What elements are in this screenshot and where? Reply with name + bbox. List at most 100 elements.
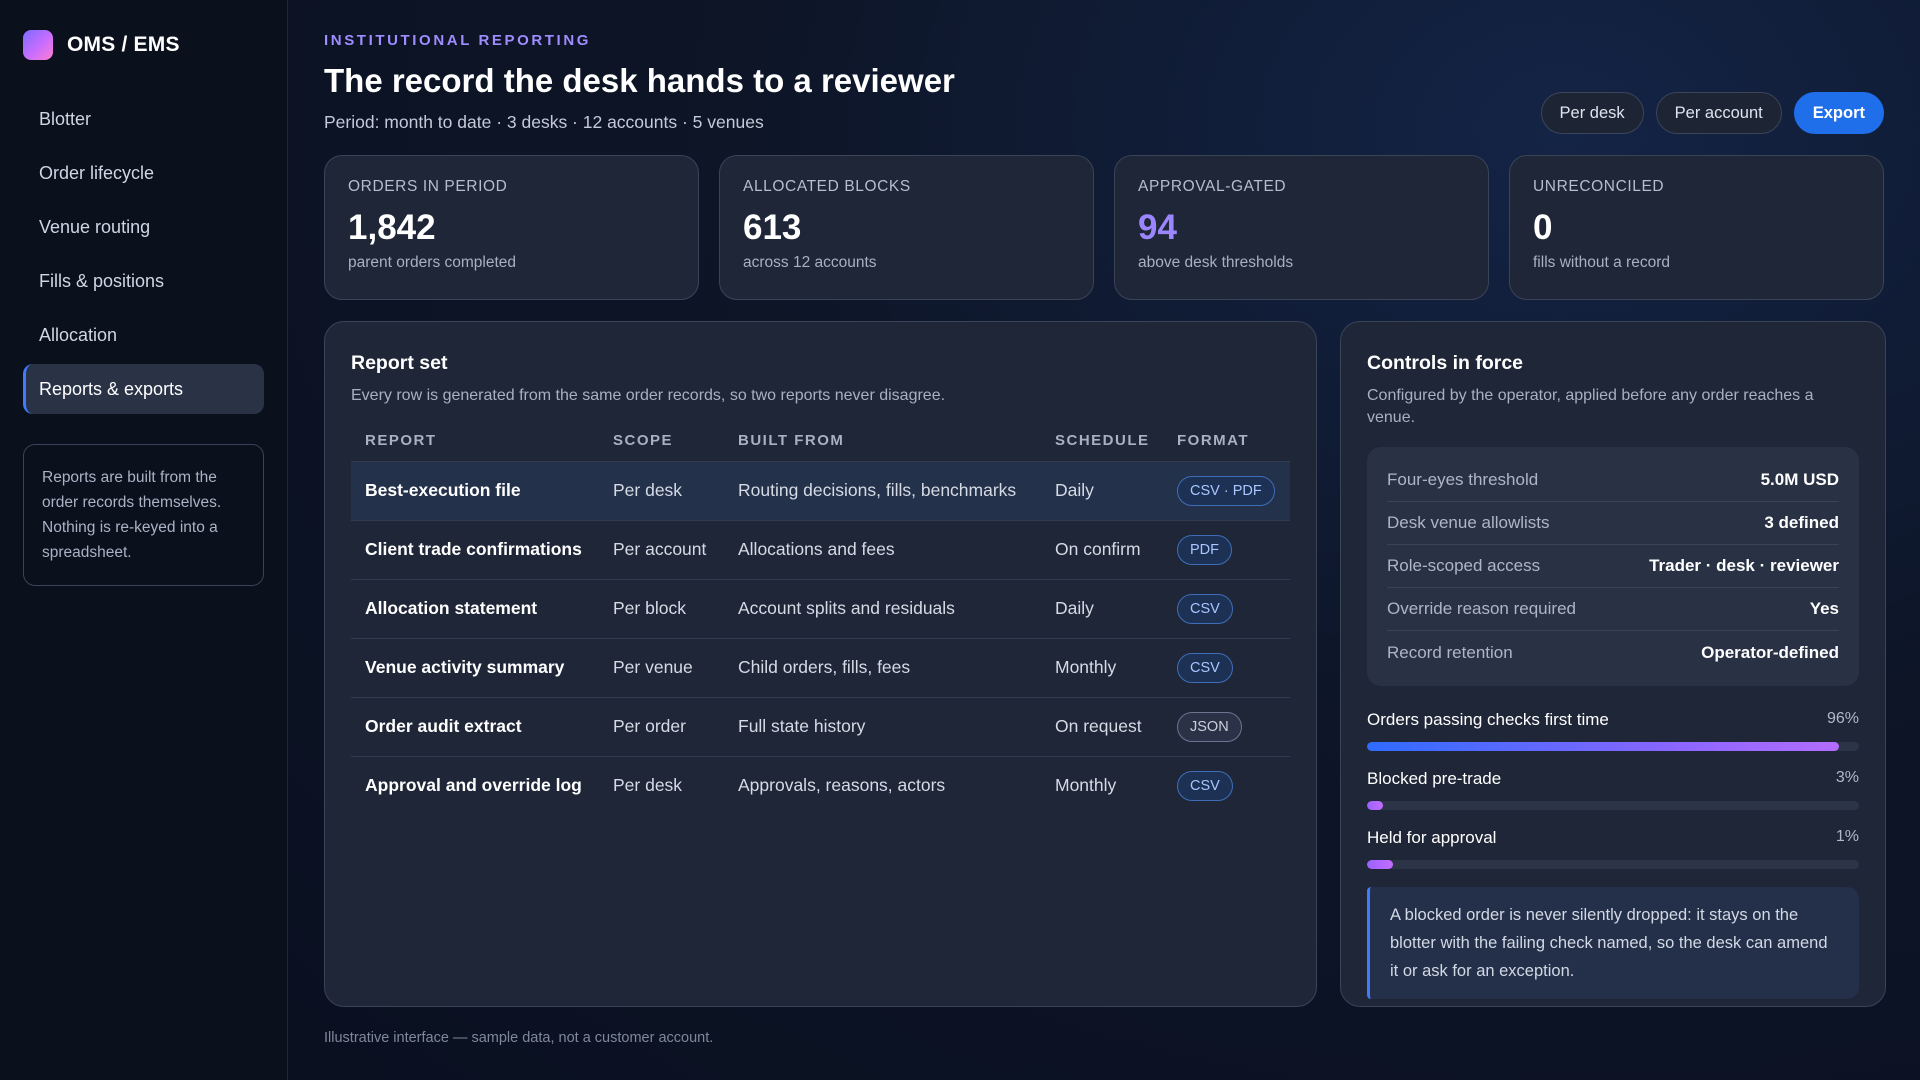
control-row: Record retention Operator-defined: [1387, 631, 1839, 674]
report-schedule: Monthly: [1041, 638, 1163, 698]
stat-label: ORDERS IN PERIOD: [348, 178, 508, 195]
stat-label: ALLOCATED BLOCKS: [743, 178, 911, 195]
stat-cards: ORDERS IN PERIOD 1,842 parent orders com…: [324, 155, 1884, 300]
main-content: INSTITUTIONAL REPORTING The record the d…: [288, 0, 1920, 1080]
sidebar: OMS / EMS Blotter Order lifecycle Venue …: [0, 0, 288, 1080]
report-scope: Per desk: [613, 775, 683, 796]
report-built-from: Account splits and residuals: [724, 579, 1041, 639]
report-schedule: Monthly: [1055, 775, 1117, 796]
report-name: Order audit extract: [351, 697, 599, 757]
stat-desc: fills without a record: [1533, 254, 1670, 271]
control-value: 5.0M USD: [1760, 470, 1839, 489]
metric-label: Blocked pre-trade: [1367, 769, 1502, 788]
table-row[interactable]: Client trade confirmations Per account A…: [351, 520, 1290, 580]
stat-card-orders: ORDERS IN PERIOD 1,842 parent orders com…: [324, 155, 699, 300]
stat-label: UNRECONCILED: [1533, 178, 1665, 195]
table-row[interactable]: Allocation statement Per block Account s…: [351, 579, 1290, 639]
sidebar-item-venue-routing[interactable]: Venue routing: [23, 202, 264, 252]
controls-desc: Configured by the operator, applied befo…: [1367, 387, 1814, 426]
format-badge: CSV: [1177, 593, 1233, 624]
control-label: Desk venue allowlists: [1387, 513, 1550, 532]
export-button[interactable]: Export: [1793, 92, 1884, 134]
stat-desc: parent orders completed: [348, 254, 517, 271]
metric-label: Orders passing checks first time: [1367, 710, 1609, 729]
stat-desc: across 12 accounts: [743, 254, 877, 271]
column-header-built-from: BUILT FROM: [724, 421, 1041, 462]
report-scope: Per account: [599, 520, 724, 580]
control-label: Four-eyes threshold: [1387, 470, 1539, 489]
report-scope: Per venue: [599, 638, 724, 698]
brand-name: OMS / EMS: [67, 33, 180, 56]
control-value: 3 defined: [1764, 513, 1839, 532]
report-name: Venue activity summary: [351, 638, 599, 698]
control-value: Operator-defined: [1701, 642, 1839, 662]
control-label: Role-scoped access: [1387, 556, 1541, 575]
table-row[interactable]: Venue activity summary Per venue Child o…: [351, 638, 1290, 698]
stat-card-approval-gated: APPROVAL-GATED 94 above desk thresholds: [1114, 155, 1489, 300]
progress-track: [1367, 801, 1859, 810]
table-row[interactable]: Approval and override log Per desk Appro…: [351, 756, 1290, 815]
stat-label: APPROVAL-GATED: [1138, 178, 1287, 195]
report-name: Best-execution file: [351, 461, 599, 521]
column-header-report: REPORT: [351, 421, 599, 462]
report-built-from: Allocations and fees: [724, 520, 1041, 580]
metric-passing-first-time: Orders passing checks first time 96%: [1367, 710, 1859, 751]
check-metrics: Orders passing checks first time 96% Blo…: [1367, 710, 1859, 869]
report-built-from: Full state history: [724, 697, 1041, 757]
per-desk-button[interactable]: Per desk: [1540, 92, 1644, 134]
stat-value: 613: [743, 208, 802, 247]
table-row[interactable]: Best-execution file Per desk Routing dec…: [351, 461, 1290, 521]
report-set-desc: Every row is generated from the same ord…: [351, 387, 946, 404]
report-name: Approval and override log: [365, 775, 582, 796]
report-built-from: Approvals, reasons, actors: [738, 775, 946, 796]
control-row: Desk venue allowlists 3 defined: [1387, 502, 1839, 545]
metric-held-for-approval: Held for approval 1%: [1367, 828, 1859, 869]
metric-label: Held for approval: [1367, 828, 1497, 847]
controls-panel: Controls in force Configured by the oper…: [1340, 321, 1886, 1007]
control-value: Trader · desk · reviewer: [1649, 556, 1839, 575]
format-badge: JSON: [1177, 711, 1242, 742]
format-badge: CSV · PDF: [1177, 475, 1275, 506]
sidebar-item-blotter[interactable]: Blotter: [23, 94, 264, 144]
report-name: Allocation statement: [351, 579, 599, 639]
report-built-from: Routing decisions, fills, benchmarks: [724, 461, 1041, 521]
progress-fill: [1367, 860, 1393, 869]
page-title: The record the desk hands to a reviewer: [324, 62, 955, 99]
report-built-from: Child orders, fills, fees: [724, 638, 1041, 698]
controls-title: Controls in force: [1367, 352, 1524, 374]
sidebar-item-order-lifecycle[interactable]: Order lifecycle: [23, 148, 264, 198]
progress-fill: [1367, 801, 1383, 810]
report-schedule: On request: [1041, 697, 1163, 757]
sidebar-item-allocation[interactable]: Allocation: [23, 310, 264, 360]
progress-track: [1367, 742, 1859, 751]
format-badge: PDF: [1177, 534, 1232, 565]
sidebar-item-reports-exports[interactable]: Reports & exports: [23, 364, 264, 414]
progress-fill: [1367, 742, 1840, 751]
control-label: Record retention: [1387, 642, 1513, 662]
page-subtitle: Period: month to date · 3 desks · 12 acc…: [324, 112, 764, 132]
control-value: Yes: [1809, 599, 1839, 618]
per-account-button[interactable]: Per account: [1655, 92, 1782, 134]
stat-value: 1,842: [348, 208, 436, 247]
progress-track: [1367, 860, 1859, 869]
sidebar-nav: Blotter Order lifecycle Venue routing Fi…: [23, 94, 264, 414]
report-schedule: Daily: [1041, 461, 1163, 521]
metric-percent: 3%: [1835, 769, 1859, 786]
column-header-scope: SCOPE: [599, 421, 724, 462]
metric-percent: 96%: [1826, 710, 1859, 727]
metric-percent: 1%: [1835, 828, 1859, 845]
report-table: REPORT SCOPE BUILT FROM SCHEDULE FORMAT …: [351, 421, 1290, 815]
stat-card-unreconciled: UNRECONCILED 0 fills without a record: [1509, 155, 1884, 300]
report-set-panel: Report set Every row is generated from t…: [324, 321, 1317, 1007]
report-schedule: Daily: [1041, 579, 1163, 639]
stat-value: 0: [1533, 208, 1553, 247]
control-label: Override reason required: [1387, 599, 1576, 618]
column-header-format: FORMAT: [1163, 421, 1290, 462]
sidebar-item-fills-positions[interactable]: Fills & positions: [23, 256, 264, 306]
report-set-title: Report set: [351, 352, 448, 374]
stat-value: 94: [1138, 208, 1177, 247]
table-row[interactable]: Order audit extract Per order Full state…: [351, 697, 1290, 757]
blocked-order-callout: A blocked order is never silently droppe…: [1367, 887, 1859, 999]
report-schedule: On confirm: [1041, 520, 1163, 580]
format-badge: CSV: [1177, 770, 1233, 801]
